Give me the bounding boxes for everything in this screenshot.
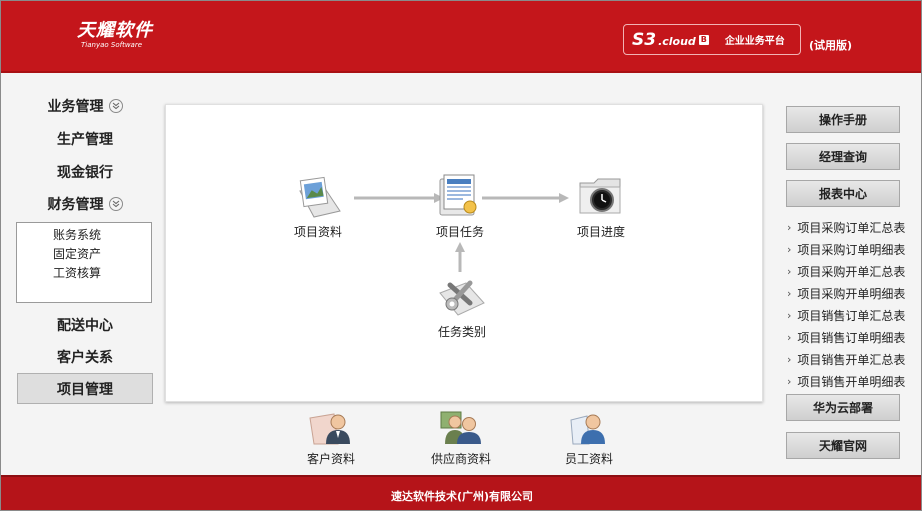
link-customer-info[interactable]: 客户资料	[307, 410, 355, 467]
link-employee-info[interactable]: 员工资料	[565, 410, 613, 467]
tools-icon	[439, 280, 485, 316]
finance-submenu: 账务系统 固定资产 工资核算	[16, 222, 152, 303]
nav-distribution-center[interactable]: 配送中心	[17, 310, 153, 340]
brand-cloud: .cloud	[658, 35, 696, 48]
company-name: 速达软件技术(广州)有限公司	[390, 490, 534, 503]
flow-label: 项目资料	[293, 225, 342, 239]
submenu-accounting-system[interactable]: 账务系统	[3, 226, 151, 245]
nav-label: 客户关系	[57, 350, 113, 366]
logo-chinese: 天耀软件	[77, 20, 153, 41]
chevron-right-icon: ›	[787, 243, 792, 256]
nav-business-management[interactable]: 业务管理	[17, 91, 153, 121]
arrow-head-progress	[559, 193, 569, 203]
nav-production-management[interactable]: 生产管理	[17, 124, 153, 154]
official-site-button[interactable]: 天耀官网	[786, 432, 900, 459]
report-link[interactable]: › 项目采购开单明细表	[787, 285, 905, 302]
logo-english: Tianyao Software	[81, 41, 143, 49]
bottom-label: 员工资料	[565, 452, 614, 466]
flow-project-progress[interactable]: 项目进度	[576, 173, 626, 240]
brand-s3: S3	[632, 29, 657, 50]
header-bar: 天耀软件 Tianyao Software S3 .cloud B 企业业务平台…	[1, 1, 921, 73]
nav-finance-management[interactable]: 财务管理	[17, 189, 153, 219]
chevron-right-icon: ›	[787, 309, 792, 322]
report-link-label: 项目销售订单明细表	[797, 331, 906, 345]
nav-project-management[interactable]: 项目管理	[17, 373, 153, 404]
customer-icon	[309, 413, 350, 445]
employee-icon	[570, 414, 605, 445]
flow-label: 项目进度	[576, 225, 625, 239]
nav-label: 配送中心	[57, 318, 113, 334]
nav-label: 业务管理	[47, 99, 104, 115]
nav-cash-bank[interactable]: 现金银行	[17, 157, 153, 187]
arrow-head-up	[455, 242, 465, 252]
project-task-icon	[439, 174, 477, 216]
chevron-down-icon[interactable]	[108, 197, 123, 211]
chevron-down-icon[interactable]	[108, 99, 123, 113]
trial-edition-label: (试用版)	[809, 39, 853, 52]
brand-platform: 企业业务平台	[724, 36, 785, 47]
bottom-label: 供应商资料	[431, 452, 492, 466]
chevron-right-icon: ›	[787, 265, 792, 278]
report-center-button[interactable]: 报表中心	[786, 180, 900, 207]
nav-label: 现金银行	[57, 165, 113, 181]
link-supplier-info[interactable]: 供应商资料	[431, 410, 491, 467]
flow-label: 项目任务	[435, 225, 484, 239]
submenu-fixed-assets[interactable]: 固定资产	[3, 245, 151, 264]
report-link[interactable]: › 项目销售开单明细表	[787, 373, 905, 390]
report-link[interactable]: › 项目销售订单汇总表	[787, 307, 905, 324]
app-window: 天耀软件 Tianyao Software S3 .cloud B 企业业务平台…	[0, 0, 922, 511]
flow-arrows	[354, 193, 569, 272]
flow-task-category[interactable]: 任务类别	[436, 273, 488, 340]
chevron-right-icon: ›	[787, 221, 792, 234]
chevron-right-icon: ›	[787, 331, 792, 344]
nav-label: 生产管理	[57, 132, 113, 148]
report-link-label: 项目销售订单汇总表	[797, 309, 906, 323]
nav-label: 财务管理	[47, 197, 104, 213]
nav-customer-relations[interactable]: 客户关系	[17, 342, 153, 372]
report-link-label: 项目采购开单明细表	[797, 287, 906, 301]
clock-folder-icon	[579, 178, 621, 214]
chevron-right-icon: ›	[787, 287, 792, 300]
report-link-label: 项目采购订单明细表	[797, 243, 906, 257]
flow-label: 任务类别	[437, 325, 486, 339]
report-link-label: 项目采购开单汇总表	[797, 265, 906, 279]
flow-project-task[interactable]: 项目任务	[434, 171, 486, 240]
submenu-payroll[interactable]: 工资核算	[3, 264, 151, 283]
report-link-label: 项目销售开单汇总表	[797, 353, 906, 367]
project-info-icon	[299, 176, 341, 218]
report-link[interactable]: › 项目销售订单明细表	[787, 329, 905, 346]
project-flow-panel: 项目资料 项目任务 项目进度 任务类别	[165, 104, 763, 402]
chevron-right-icon: ›	[787, 353, 792, 366]
report-link[interactable]: › 项目采购订单明细表	[787, 241, 905, 258]
report-link-label: 项目销售开单明细表	[797, 375, 906, 389]
report-link-label: 项目采购订单汇总表	[797, 221, 906, 235]
report-link[interactable]: › 项目采购订单汇总表	[787, 219, 905, 236]
footer-bar: 速达软件技术(广州)有限公司	[1, 475, 921, 510]
company-logo: 天耀软件 Tianyao Software	[77, 21, 153, 50]
flow-project-info[interactable]: 项目资料	[292, 175, 344, 240]
chevron-right-icon: ›	[787, 375, 792, 388]
report-link[interactable]: › 项目采购开单汇总表	[787, 263, 905, 280]
product-brand: S3 .cloud B 企业业务平台	[623, 24, 801, 55]
manager-query-button[interactable]: 经理查询	[786, 143, 900, 170]
operation-manual-button[interactable]: 操作手册	[786, 106, 900, 133]
report-link[interactable]: › 项目销售开单汇总表	[787, 351, 905, 368]
brand-badge: B	[698, 34, 709, 45]
nav-label: 项目管理	[57, 381, 113, 398]
supplier-icon	[440, 411, 481, 444]
bottom-label: 客户资料	[307, 452, 356, 466]
huawei-cloud-button[interactable]: 华为云部署	[786, 394, 900, 421]
